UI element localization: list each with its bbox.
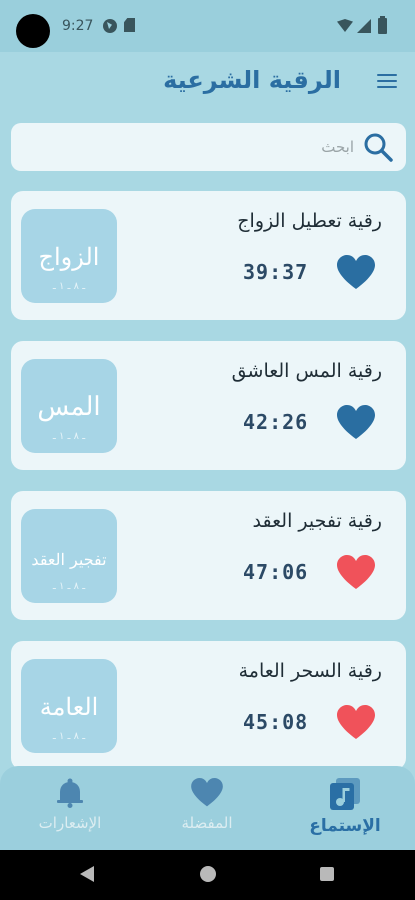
track-title: رقية السحر العامة bbox=[238, 660, 382, 682]
svg-text:ـ ٨ ـ ١ ـ: ـ ٨ ـ ١ ـ bbox=[52, 281, 86, 292]
track-duration: 45:08 bbox=[243, 710, 309, 734]
nav-tab-favorites[interactable]: المفضلة bbox=[152, 778, 262, 842]
search-icon[interactable] bbox=[362, 131, 394, 163]
nav-label: الإشعارات bbox=[38, 814, 102, 832]
nav-tab-notifications[interactable]: الإشعارات bbox=[15, 778, 125, 842]
favorite-heart-icon[interactable] bbox=[337, 705, 375, 741]
nav-tab-listen[interactable]: الإستماع bbox=[290, 778, 400, 842]
track-thumbnail: الزواج ـ ٨ ـ ١ ـ bbox=[21, 209, 117, 303]
page-title: الرقية الشرعية bbox=[163, 66, 341, 94]
track-duration: 47:06 bbox=[243, 560, 309, 584]
track-duration: 39:37 bbox=[243, 260, 309, 284]
bell-icon bbox=[57, 778, 83, 808]
favorite-heart-icon[interactable] bbox=[337, 255, 375, 291]
track-thumbnail: تفجير العقد ـ ٨ ـ ١ ـ bbox=[21, 509, 117, 603]
svg-text:ـ ٨ ـ ١ ـ: ـ ٨ ـ ١ ـ bbox=[52, 431, 86, 442]
track-title: رقية المس العاشق bbox=[231, 360, 382, 382]
track-thumbnail: العامة ـ ٨ ـ ١ ـ bbox=[21, 659, 117, 753]
status-bar: 9:27 bbox=[0, 0, 415, 52]
recent-apps-icon[interactable] bbox=[320, 867, 334, 881]
track-title: رقية تعطيل الزواج bbox=[237, 210, 382, 232]
wifi-icon bbox=[337, 19, 353, 32]
thumbnail-calligraphy: المس bbox=[37, 392, 100, 422]
favorite-heart-icon[interactable] bbox=[337, 405, 375, 441]
status-time: 9:27 bbox=[62, 18, 94, 34]
search-bar[interactable] bbox=[11, 123, 406, 171]
bottom-navigation: الإستماع المفضلة الإشعارات bbox=[0, 766, 415, 850]
track-card[interactable]: تفجير العقد ـ ٨ ـ ١ ـ رقية تفجير العقد 4… bbox=[11, 491, 406, 620]
app-bar: الرقية الشرعية bbox=[0, 52, 415, 114]
music-note-icon bbox=[330, 778, 360, 810]
thumbnail-calligraphy: الزواج bbox=[39, 243, 100, 271]
svg-text:ـ ٨ ـ ١ ـ: ـ ٨ ـ ١ ـ bbox=[52, 581, 86, 592]
track-duration: 42:26 bbox=[243, 410, 309, 434]
system-navigation-bar bbox=[0, 850, 415, 900]
nav-label: المفضلة bbox=[181, 814, 233, 832]
track-card[interactable]: العامة ـ ٨ ـ ١ ـ رقية السحر العامة 45:08 bbox=[11, 641, 406, 770]
track-card[interactable]: المس ـ ٨ ـ ١ ـ رقية المس العاشق 42:26 bbox=[11, 341, 406, 470]
nav-label: الإستماع bbox=[309, 816, 381, 836]
search-input[interactable] bbox=[54, 132, 354, 162]
thumbnail-calligraphy: تفجير العقد bbox=[31, 550, 106, 569]
track-thumbnail: المس ـ ٨ ـ ١ ـ bbox=[21, 359, 117, 453]
track-title: رقية تفجير العقد bbox=[252, 510, 382, 532]
track-card[interactable]: الزواج ـ ٨ ـ ١ ـ رقية تعطيل الزواج 39:37 bbox=[11, 191, 406, 320]
back-icon[interactable] bbox=[80, 866, 94, 882]
battery-icon bbox=[378, 16, 387, 34]
sd-card-icon bbox=[124, 18, 135, 32]
home-icon[interactable] bbox=[200, 866, 216, 882]
hamburger-menu-icon[interactable] bbox=[377, 74, 397, 90]
data-saver-icon bbox=[103, 19, 117, 33]
signal-icon bbox=[357, 19, 371, 33]
svg-text:ـ ٨ ـ ١ ـ: ـ ٨ ـ ١ ـ bbox=[52, 731, 86, 742]
thumbnail-calligraphy: العامة bbox=[40, 693, 99, 721]
heart-icon bbox=[191, 778, 223, 807]
camera-cutout bbox=[16, 14, 50, 48]
status-indicators bbox=[337, 16, 397, 36]
favorite-heart-icon[interactable] bbox=[337, 555, 375, 591]
